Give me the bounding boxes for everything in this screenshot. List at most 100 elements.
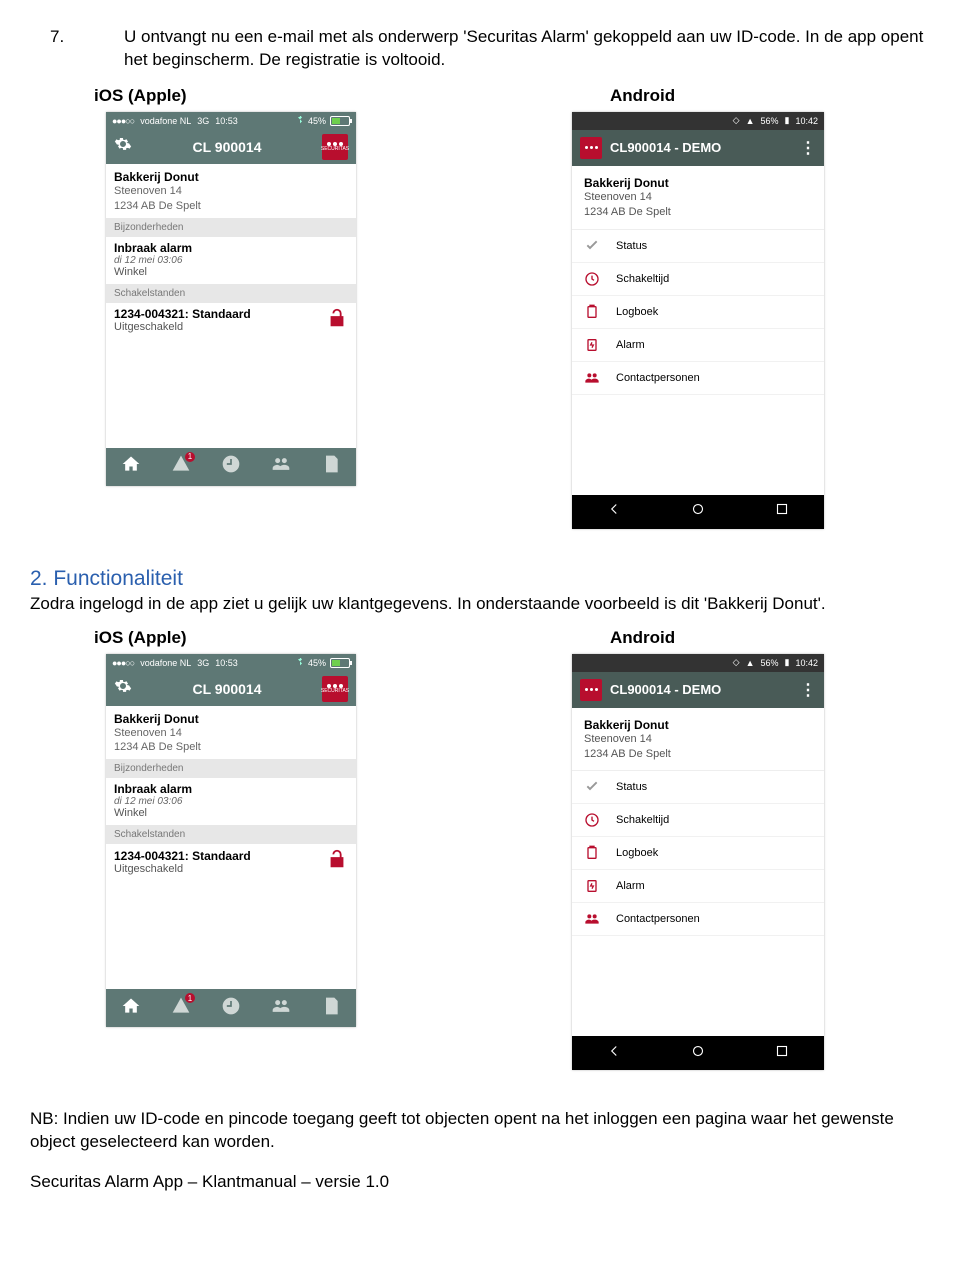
nb-note: NB: Indien uw ID-code en pincode toegang… (30, 1108, 930, 1154)
alarm-date: di 12 mei 03:06 (114, 255, 348, 266)
label-ios: iOS (Apple) (34, 628, 480, 648)
menu-item-status[interactable]: Status (572, 771, 824, 804)
client-addr-1: Steenoven 14 (584, 190, 812, 205)
section-intro: Zodra ingelogd in de app ziet u gelijk u… (30, 593, 930, 616)
menu-label: Alarm (616, 880, 645, 892)
nav-home-icon[interactable] (689, 1042, 707, 1065)
ios-phone: ●●●○○ vodafone NL 3G 10:53 45% (106, 112, 356, 486)
battery-pct: 56% (761, 658, 779, 668)
menu-item-alarm[interactable]: Alarm (572, 870, 824, 903)
clock-label: 10:53 (215, 116, 238, 126)
menu-item-logboek[interactable]: Logboek (572, 296, 824, 329)
android-header-title: CL900014 - DEMO (610, 140, 800, 155)
check-icon (584, 779, 606, 795)
menu-item-contactpersonen[interactable]: Contactpersonen (572, 903, 824, 936)
menu-item-alarm[interactable]: Alarm (572, 329, 824, 362)
client-addr-1: Steenoven 14 (584, 732, 812, 747)
clipboard-icon (584, 304, 606, 320)
tab-home-icon[interactable] (121, 454, 141, 479)
menu-label: Contactpersonen (616, 372, 700, 384)
signal-dots-icon: ●●●○○ (112, 658, 134, 668)
securitas-logo-icon: SECURITAS (322, 134, 348, 160)
schakel-state: Uitgeschakeld (114, 321, 251, 333)
android-header-title: CL900014 - DEMO (610, 682, 800, 697)
ios-alarm-row[interactable]: Inbraak alarm di 12 mei 03:06 Winkel (106, 237, 356, 284)
client-addr-1: Steenoven 14 (114, 726, 348, 741)
tab-contacts-icon[interactable] (271, 996, 291, 1021)
tab-home-icon[interactable] (121, 996, 141, 1021)
ios-schakel-row[interactable]: 1234-004321: Standaard Uitgeschakeld (106, 303, 356, 340)
tab-clock-icon[interactable] (221, 454, 241, 479)
android-phone: ◇ ▲ 56% ▮ 10:42 CL900014 - DEMO ⋮ Bakker… (572, 112, 824, 529)
battery-pct: 45% (308, 658, 326, 668)
tab-log-icon[interactable] (321, 996, 341, 1021)
menu-item-logboek[interactable]: Logboek (572, 837, 824, 870)
battery-icon (330, 116, 350, 126)
gear-icon[interactable] (114, 135, 132, 158)
nav-back-icon[interactable] (605, 500, 623, 523)
securitas-logo-icon: SECURITAS (322, 676, 348, 702)
schakel-id: 1234-004321: Standaard (114, 307, 251, 321)
ios-client-info: Bakkerij Donut Steenoven 14 1234 AB De S… (106, 706, 356, 760)
android-status-bar: ◇ ▲ 56% ▮ 10:42 (572, 112, 824, 130)
nav-recent-icon[interactable] (773, 1042, 791, 1065)
alarm-zone: Winkel (114, 266, 348, 278)
overflow-menu-icon[interactable]: ⋮ (800, 680, 816, 700)
nav-home-icon[interactable] (689, 500, 707, 523)
unlock-icon (326, 848, 348, 875)
gear-icon[interactable] (114, 677, 132, 700)
ios-alarm-row[interactable]: Inbraak alarm di 12 mei 03:06 Winkel (106, 778, 356, 825)
tab-alert-badge: 1 (185, 452, 195, 462)
section-schakelstanden: Schakelstanden (106, 284, 356, 303)
menu-label: Schakeltijd (616, 814, 669, 826)
securitas-logo-icon (580, 137, 602, 159)
tab-clock-icon[interactable] (221, 996, 241, 1021)
section-heading-functionaliteit: 2. Functionaliteit (30, 567, 930, 591)
label-android: Android (480, 628, 926, 648)
android-navbar (572, 1036, 824, 1070)
section-bijzonderheden: Bijzonderheden (106, 759, 356, 778)
alarm-date: di 12 mei 03:06 (114, 796, 348, 807)
clock-label: 10:42 (795, 658, 818, 668)
step-7: 7. U ontvangt nu een e-mail met als onde… (30, 26, 930, 72)
clock-icon (584, 812, 606, 828)
unlock-icon (326, 307, 348, 334)
client-addr-2: 1234 AB De Spelt (584, 747, 812, 762)
section-schakelstanden: Schakelstanden (106, 825, 356, 844)
step-text: U ontvangt nu een e-mail met als onderwe… (124, 26, 930, 72)
ios-schakel-row[interactable]: 1234-004321: Standaard Uitgeschakeld (106, 844, 356, 881)
menu-item-schakeltijd[interactable]: Schakeltijd (572, 263, 824, 296)
nav-back-icon[interactable] (605, 1042, 623, 1065)
tab-contacts-icon[interactable] (271, 454, 291, 479)
ios-status-bar: ●●●○○ vodafone NL 3G 10:53 45% (106, 112, 356, 130)
menu-label: Status (616, 240, 647, 252)
ios-header-title: CL 900014 (132, 681, 322, 697)
menu-label: Alarm (616, 339, 645, 351)
nav-recent-icon[interactable] (773, 500, 791, 523)
ios-navbar: CL 900014 SECURITAS (106, 130, 356, 164)
menu-label: Logboek (616, 306, 658, 318)
android-status-bar: ◇ ▲ 56% ▮ 10:42 (572, 654, 824, 672)
clipboard-icon (584, 845, 606, 861)
step-number: 7. (30, 26, 124, 72)
battery-pct: 45% (308, 116, 326, 126)
menu-item-schakeltijd[interactable]: Schakeltijd (572, 804, 824, 837)
tab-log-icon[interactable] (321, 454, 341, 479)
client-addr-2: 1234 AB De Spelt (114, 740, 348, 755)
overflow-menu-icon[interactable]: ⋮ (800, 138, 816, 158)
ios-client-info: Bakkerij Donut Steenoven 14 1234 AB De S… (106, 164, 356, 218)
menu-item-contactpersonen[interactable]: Contactpersonen (572, 362, 824, 395)
network-label: 3G (197, 658, 209, 668)
client-addr-2: 1234 AB De Spelt (584, 205, 812, 220)
ios-tabbar: 1 (106, 448, 356, 486)
client-addr-2: 1234 AB De Spelt (114, 199, 348, 214)
menu-label: Schakeltijd (616, 273, 669, 285)
battery-icon (330, 658, 350, 668)
ios-phone: ●●●○○ vodafone NL 3G 10:53 45% CL 900014… (106, 654, 356, 1028)
menu-item-status[interactable]: Status (572, 230, 824, 263)
contacts-icon (584, 911, 606, 927)
schakel-state: Uitgeschakeld (114, 863, 251, 875)
client-addr-1: Steenoven 14 (114, 184, 348, 199)
label-ios: iOS (Apple) (34, 86, 480, 106)
section-bijzonderheden: Bijzonderheden (106, 218, 356, 237)
